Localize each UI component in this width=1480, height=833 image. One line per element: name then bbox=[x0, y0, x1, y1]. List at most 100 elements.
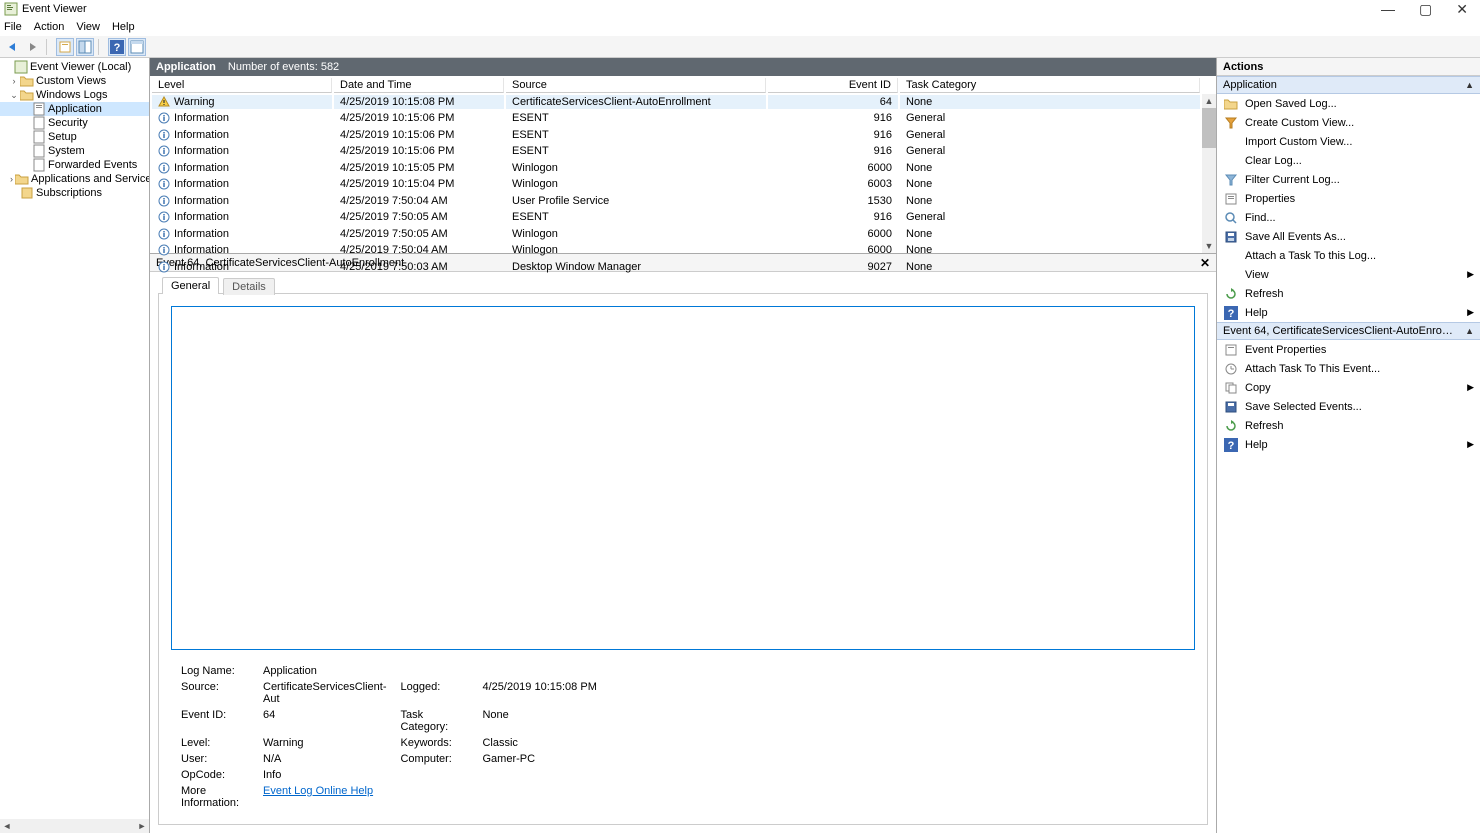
actions-section-event[interactable]: Event 64, CertificateServicesClient-Auto… bbox=[1217, 322, 1480, 340]
properties-icon bbox=[1223, 191, 1239, 207]
action-view[interactable]: View▶ bbox=[1217, 265, 1480, 284]
tree-forwarded[interactable]: Forwarded Events bbox=[0, 158, 149, 172]
action-import-label: Import Custom View... bbox=[1245, 136, 1352, 148]
collapse-icon: ▲ bbox=[1465, 326, 1474, 336]
info-icon bbox=[158, 261, 170, 273]
action-event-props[interactable]: Event Properties bbox=[1217, 340, 1480, 359]
actions-panel: Actions Application▲ Open Saved Log... C… bbox=[1217, 58, 1480, 833]
col-source[interactable]: Source bbox=[506, 78, 766, 93]
grid-vscrollbar[interactable]: ▲▼ bbox=[1202, 94, 1216, 253]
help-icon: ? bbox=[1223, 437, 1239, 453]
action-attach-task[interactable]: Attach a Task To this Log... bbox=[1217, 246, 1480, 265]
table-row[interactable]: Information4/25/2019 10:15:06 PMESENT916… bbox=[152, 144, 1200, 159]
event-properties: Log Name:Application Source:CertificateS… bbox=[165, 656, 1201, 818]
action-refresh2[interactable]: Refresh bbox=[1217, 416, 1480, 435]
title-bar: Event Viewer — ▢ ✕ bbox=[0, 0, 1480, 18]
log-name: Application bbox=[156, 61, 216, 73]
toolbar-help-button[interactable]: ? bbox=[108, 38, 126, 56]
action-clear-log[interactable]: Clear Log... bbox=[1217, 151, 1480, 170]
val-user: N/A bbox=[257, 752, 392, 766]
action-filter-log[interactable]: Filter Current Log... bbox=[1217, 170, 1480, 189]
action-eventprops-label: Event Properties bbox=[1245, 344, 1326, 356]
col-level[interactable]: Level bbox=[152, 78, 332, 93]
menu-help[interactable]: Help bbox=[112, 21, 135, 33]
table-row[interactable]: Information4/25/2019 10:15:04 PMWinlogon… bbox=[152, 177, 1200, 192]
tree-custom-views-label: Custom Views bbox=[36, 75, 106, 87]
actions-section-app-label: Application bbox=[1223, 79, 1277, 91]
tree-windows-logs-label: Windows Logs bbox=[36, 89, 108, 101]
action-properties[interactable]: Properties bbox=[1217, 189, 1480, 208]
lbl-more: More Information: bbox=[175, 784, 255, 810]
tree-subscriptions[interactable]: Subscriptions bbox=[0, 186, 149, 200]
action-help[interactable]: ?Help▶ bbox=[1217, 303, 1480, 322]
menu-file[interactable]: File bbox=[4, 21, 22, 33]
col-task[interactable]: Task Category bbox=[900, 78, 1200, 93]
tree-application-label: Application bbox=[48, 103, 102, 115]
toolbar-btn-4[interactable] bbox=[128, 38, 146, 56]
action-refresh[interactable]: Refresh bbox=[1217, 284, 1480, 303]
back-button[interactable] bbox=[4, 38, 22, 56]
action-save-all[interactable]: Save All Events As... bbox=[1217, 227, 1480, 246]
val-computer: Gamer-PC bbox=[476, 752, 602, 766]
action-copy[interactable]: Copy▶ bbox=[1217, 378, 1480, 397]
col-eventid[interactable]: Event ID bbox=[768, 78, 898, 93]
tree-root[interactable]: Event Viewer (Local) bbox=[0, 60, 149, 74]
refresh-icon bbox=[1223, 286, 1239, 302]
action-create-view[interactable]: Create Custom View... bbox=[1217, 113, 1480, 132]
blank-icon bbox=[1223, 153, 1239, 169]
tree-custom-views[interactable]: ›Custom Views bbox=[0, 74, 149, 88]
table-row[interactable]: Warning4/25/2019 10:15:08 PMCertificateS… bbox=[152, 95, 1200, 110]
grid-header-row: Level Date and Time Source Event ID Task… bbox=[152, 78, 1200, 93]
save-icon bbox=[1223, 229, 1239, 245]
tree-setup[interactable]: Setup bbox=[0, 130, 149, 144]
maximize-button[interactable]: ▢ bbox=[1419, 1, 1432, 18]
lbl-keywords: Keywords: bbox=[394, 736, 474, 750]
forward-button[interactable] bbox=[24, 38, 42, 56]
tree-hscrollbar[interactable]: ◄► bbox=[0, 819, 149, 833]
table-row[interactable]: Information4/25/2019 7:50:05 AMESENT916G… bbox=[152, 210, 1200, 225]
action-open-log[interactable]: Open Saved Log... bbox=[1217, 94, 1480, 113]
action-attach-event[interactable]: Attach Task To This Event... bbox=[1217, 359, 1480, 378]
minimize-button[interactable]: — bbox=[1381, 1, 1395, 18]
tree-application[interactable]: Application bbox=[0, 102, 149, 116]
table-row[interactable]: Information4/25/2019 7:50:04 AMWinlogon6… bbox=[152, 243, 1200, 258]
toolbar-btn-1[interactable] bbox=[56, 38, 74, 56]
table-row[interactable]: Information4/25/2019 10:15:06 PMESENT916… bbox=[152, 111, 1200, 126]
val-opcode: Info bbox=[257, 768, 392, 782]
table-row[interactable]: Information4/25/2019 7:50:04 AMUser Prof… bbox=[152, 194, 1200, 209]
action-find[interactable]: Find... bbox=[1217, 208, 1480, 227]
val-level: Warning bbox=[257, 736, 392, 750]
action-attachevent-label: Attach Task To This Event... bbox=[1245, 363, 1380, 375]
table-row[interactable]: Information4/25/2019 10:15:06 PMESENT916… bbox=[152, 128, 1200, 143]
more-info-link[interactable]: Event Log Online Help bbox=[263, 785, 373, 797]
info-icon bbox=[158, 211, 170, 223]
tree-forwarded-label: Forwarded Events bbox=[48, 159, 137, 171]
action-save-selected[interactable]: Save Selected Events... bbox=[1217, 397, 1480, 416]
menu-bar: File Action View Help bbox=[0, 18, 1480, 36]
arrow-icon: ▶ bbox=[1467, 307, 1474, 318]
tab-general[interactable]: General bbox=[162, 277, 219, 294]
table-row[interactable]: Information4/25/2019 7:50:03 AMDesktop W… bbox=[152, 260, 1200, 275]
tab-details[interactable]: Details bbox=[223, 278, 275, 295]
tree-app-services[interactable]: ›Applications and Services Logs bbox=[0, 172, 149, 186]
table-row[interactable]: Information4/25/2019 7:50:05 AMWinlogon6… bbox=[152, 227, 1200, 242]
tree-windows-logs[interactable]: ⌄Windows Logs bbox=[0, 88, 149, 102]
blank-icon bbox=[1223, 267, 1239, 283]
val-task: None bbox=[476, 708, 602, 734]
action-help2[interactable]: ?Help▶ bbox=[1217, 435, 1480, 454]
actions-section-app[interactable]: Application▲ bbox=[1217, 76, 1480, 94]
lbl-computer: Computer: bbox=[394, 752, 474, 766]
lbl-task: Task Category: bbox=[394, 708, 474, 734]
action-help-label: Help bbox=[1245, 307, 1268, 319]
event-description-box[interactable] bbox=[171, 306, 1195, 650]
menu-action[interactable]: Action bbox=[34, 21, 65, 33]
lbl-logname: Log Name: bbox=[175, 664, 255, 678]
table-row[interactable]: Information4/25/2019 10:15:05 PMWinlogon… bbox=[152, 161, 1200, 176]
close-button[interactable]: ✕ bbox=[1456, 1, 1468, 18]
tree-system[interactable]: System bbox=[0, 144, 149, 158]
tree-security[interactable]: Security bbox=[0, 116, 149, 130]
col-date[interactable]: Date and Time bbox=[334, 78, 504, 93]
menu-view[interactable]: View bbox=[76, 21, 100, 33]
toolbar-btn-2[interactable] bbox=[76, 38, 94, 56]
action-import-view[interactable]: Import Custom View... bbox=[1217, 132, 1480, 151]
